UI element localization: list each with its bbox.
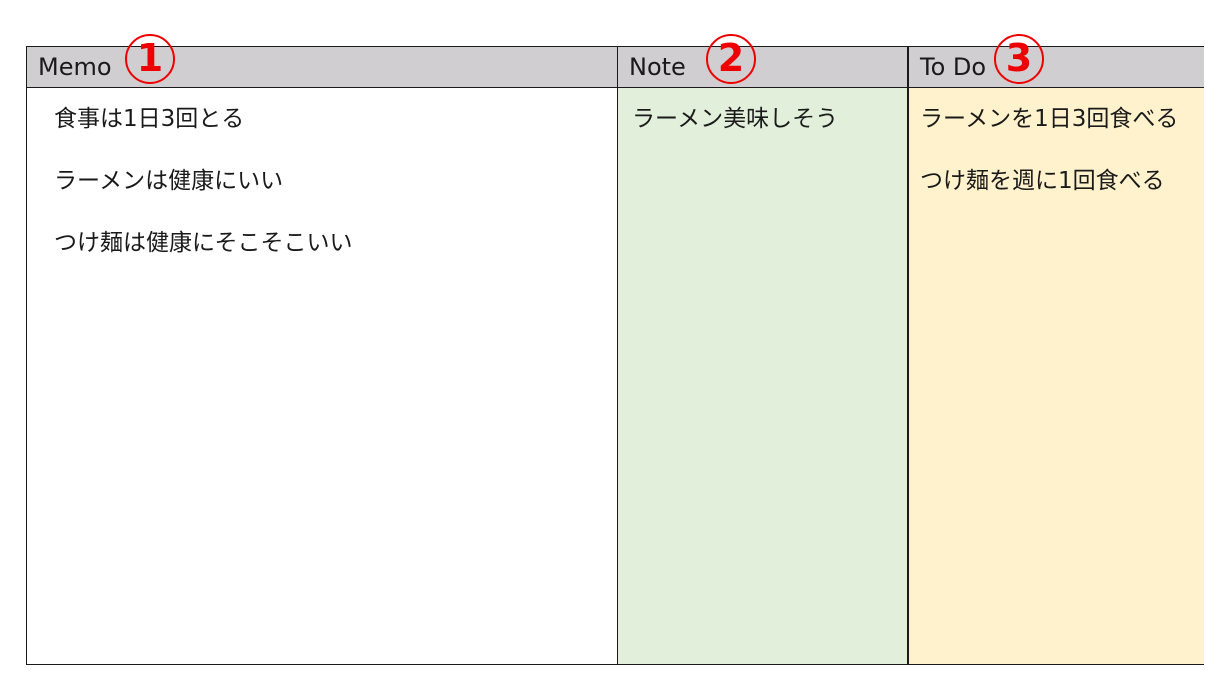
list-item: ラーメンを1日3回食べる	[920, 106, 1179, 132]
column-header-memo: Memo 1	[27, 34, 617, 88]
list-item: ラーメン美味しそう	[632, 106, 839, 132]
card-list-memo: 食事は1日3回とる ラーメンは健康にいい つけ麺は健康にそこそこいい	[54, 104, 617, 290]
column-body-note: ラーメン美味しそう	[618, 88, 907, 664]
column-memo: Memo 1 食事は1日3回とる ラーメンは健康にいい つけ麺は健康にそこそこい…	[27, 34, 617, 664]
card-list-note: ラーメン美味しそう	[632, 104, 907, 166]
circled-number-2: 2	[706, 34, 756, 84]
list-item: つけ麺を週に1回食べる	[920, 168, 1165, 194]
column-header-note: Note 2	[618, 34, 907, 88]
card-list-todo: ラーメンを1日3回食べる つけ麺を週に1回食べる	[920, 104, 1204, 228]
column-title-memo: Memo	[38, 53, 112, 81]
column-note: Note 2 ラーメン美味しそう	[617, 34, 907, 664]
column-header-todo: To Do 3	[909, 34, 1204, 88]
list-item: 食事は1日3回とる	[54, 106, 245, 132]
column-body-todo: ラーメンを1日3回食べる つけ麺を週に1回食べる	[909, 88, 1204, 664]
column-title-todo: To Do	[920, 53, 987, 81]
column-body-memo: 食事は1日3回とる ラーメンは健康にいい つけ麺は健康にそこそこいい	[27, 88, 617, 664]
circled-number-3: 3	[994, 34, 1044, 84]
column-todo: To Do 3 ラーメンを1日3回食べる つけ麺を週に1回食べる	[907, 34, 1204, 664]
circled-number-1: 1	[125, 34, 175, 84]
column-title-note: Note	[629, 53, 686, 81]
kanban-board: Memo 1 食事は1日3回とる ラーメンは健康にいい つけ麺は健康にそこそこい…	[26, 34, 1204, 665]
list-item: ラーメンは健康にいい	[54, 168, 284, 194]
list-item: つけ麺は健康にそこそこいい	[54, 230, 353, 256]
